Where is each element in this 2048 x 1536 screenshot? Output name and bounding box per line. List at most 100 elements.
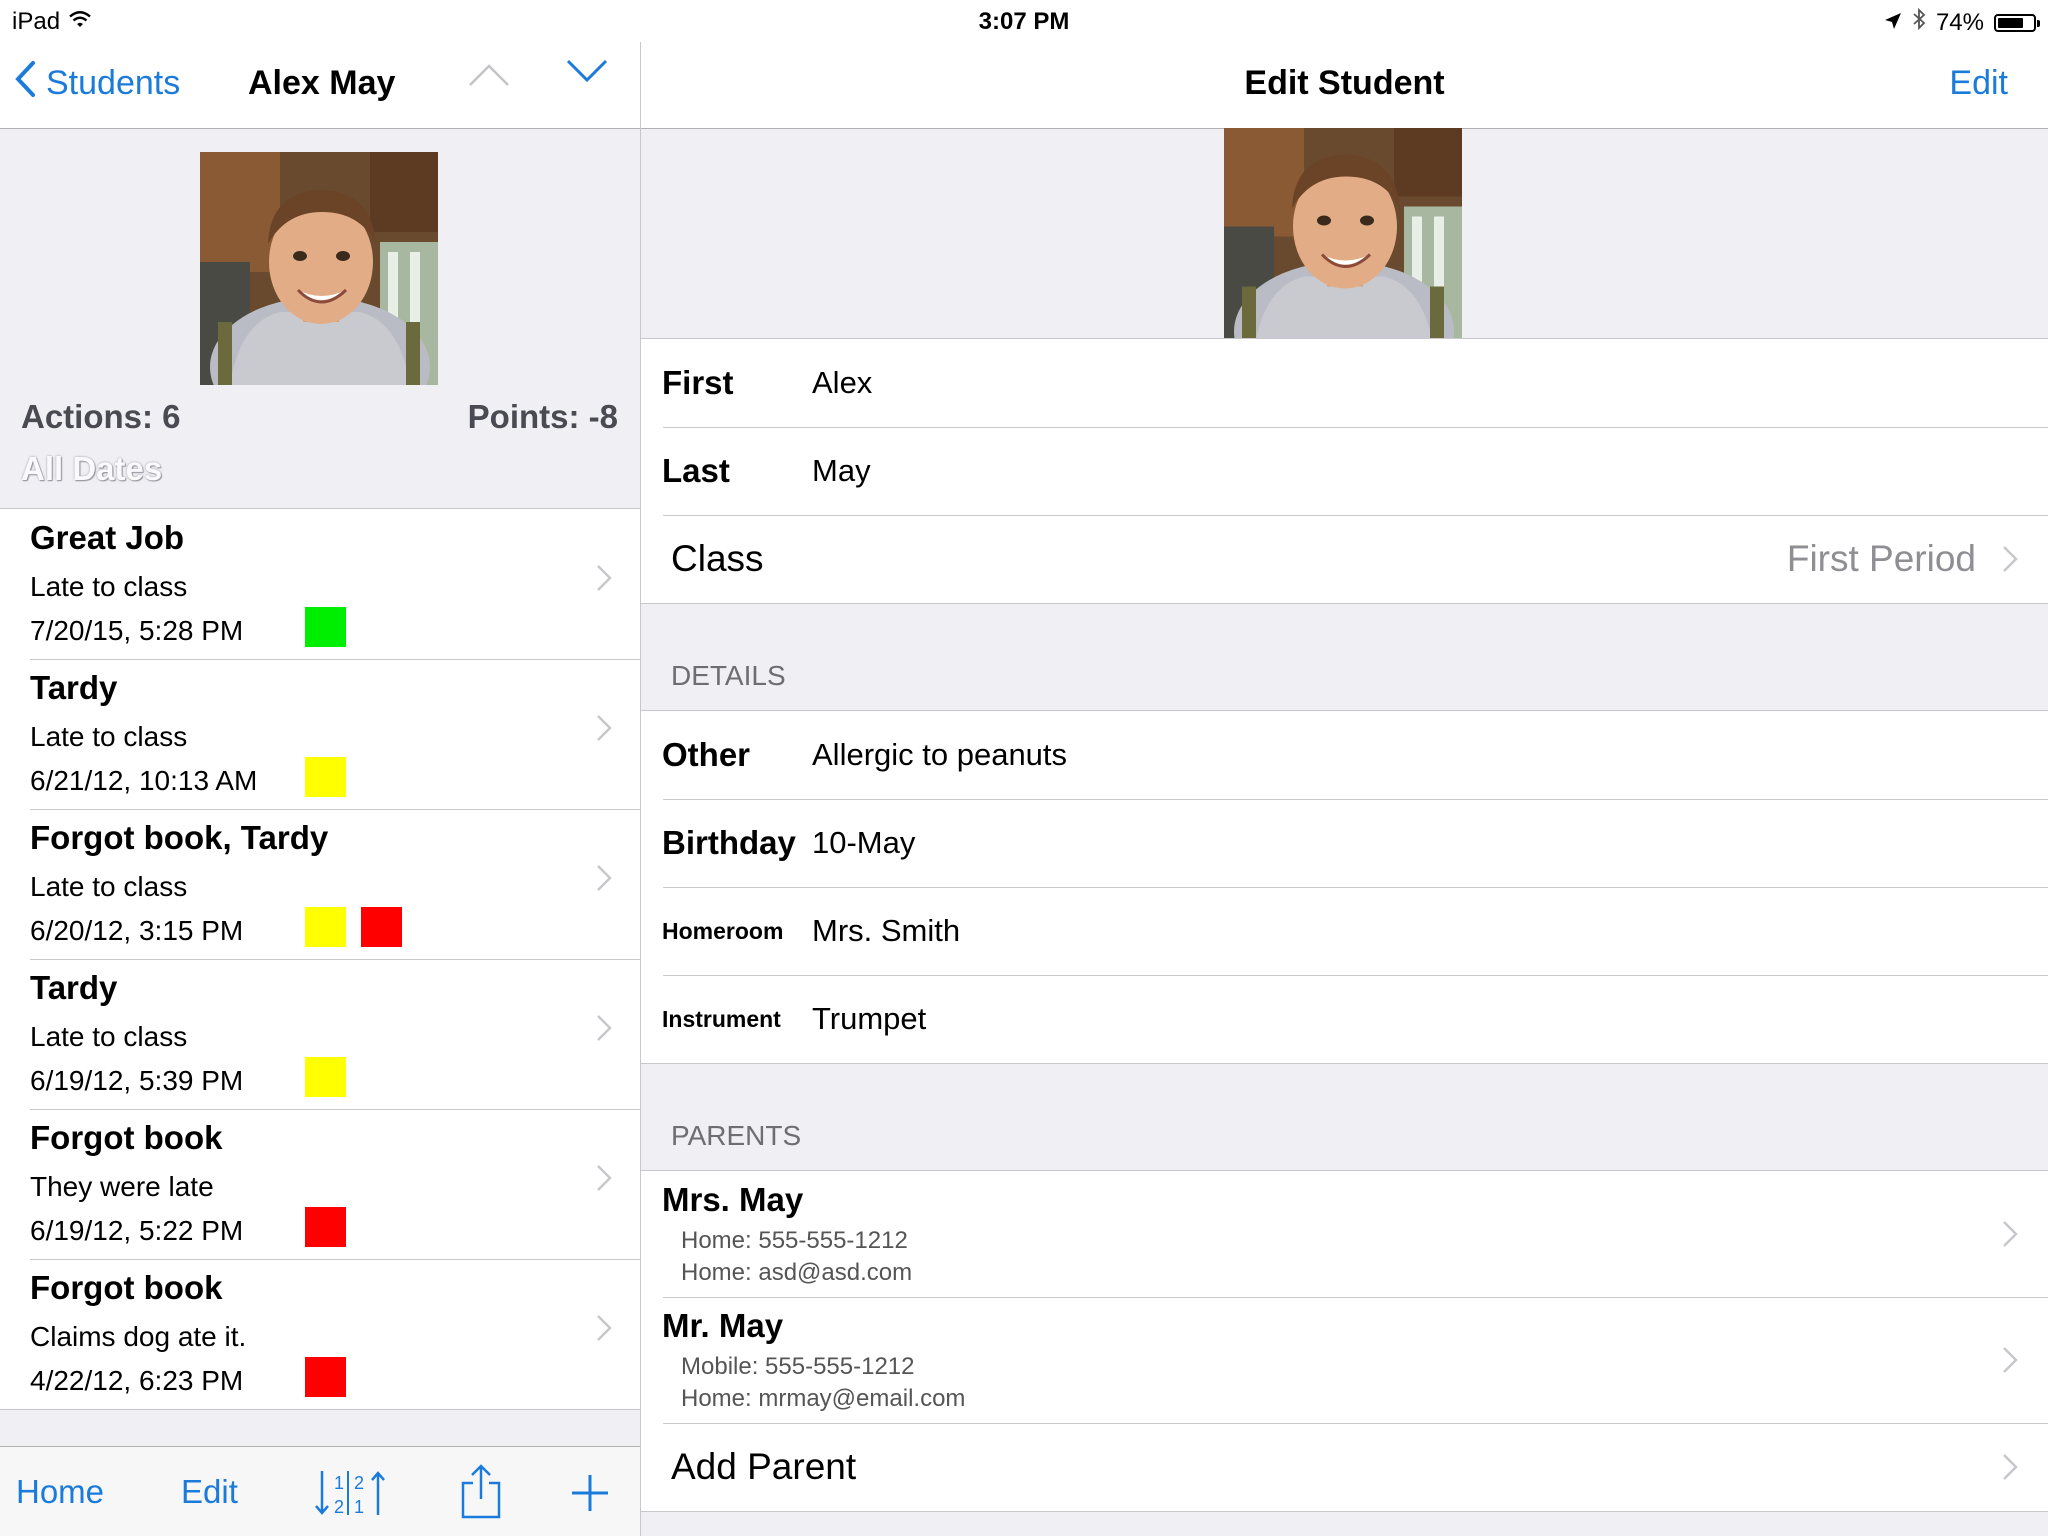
chevron-left-icon bbox=[14, 60, 36, 107]
edit-student-pane: Edit Student Edit First Alex Last May Cl… bbox=[641, 0, 2048, 1536]
action-title: Forgot book, Tardy bbox=[30, 819, 329, 856]
sort-icon[interactable]: 1 2 2 1 bbox=[314, 1467, 386, 1527]
first-name-row[interactable]: First Alex bbox=[641, 339, 2048, 427]
action-note: Late to class bbox=[30, 571, 188, 602]
action-row[interactable]: Forgot book Claims dog ate it. 4/22/12, 6:… bbox=[0, 1259, 640, 1409]
parent-row[interactable]: Mrs. May Home: 555-555-1212 Home: asd@asd.… bbox=[641, 1171, 2048, 1297]
chevron-right-icon bbox=[596, 564, 612, 597]
student-detail-pane: Students Alex May Actions: 6 Points: -8 … bbox=[0, 0, 641, 1536]
left-nav-bar: Students Alex May bbox=[0, 42, 640, 129]
action-title: Great Job bbox=[30, 519, 185, 556]
share-icon[interactable] bbox=[460, 1463, 502, 1527]
previous-student-chevron-up-icon[interactable] bbox=[468, 62, 510, 93]
detail-row[interactable]: Instrument Trumpet bbox=[641, 975, 2048, 1063]
home-button[interactable]: Home bbox=[16, 1473, 104, 1511]
action-title: Tardy bbox=[30, 969, 118, 1006]
action-title: Forgot book bbox=[30, 1269, 223, 1306]
edit-actions-button[interactable]: Edit bbox=[181, 1473, 238, 1511]
red-swatch bbox=[305, 1207, 346, 1247]
add-parent-row[interactable]: Add Parent bbox=[641, 1423, 2048, 1511]
action-date: 6/19/12, 5:39 PM bbox=[30, 1065, 244, 1096]
action-row[interactable]: Tardy Late to class 6/19/12, 5:39 PM bbox=[0, 959, 640, 1109]
svg-text:2: 2 bbox=[354, 1473, 364, 1493]
details-section-header: DETAILS bbox=[671, 660, 786, 691]
chevron-right-icon bbox=[2002, 1297, 2018, 1423]
action-date: 6/21/12, 10:13 AM bbox=[30, 765, 258, 796]
last-name-label: Last bbox=[662, 452, 730, 489]
edit-student-button[interactable]: Edit bbox=[1949, 64, 2008, 103]
battery-percent: 74% bbox=[1935, 8, 1984, 36]
action-date: 6/19/12, 5:22 PM bbox=[30, 1215, 244, 1246]
action-color-swatches bbox=[305, 1207, 346, 1247]
class-row[interactable]: Class First Period bbox=[641, 515, 2048, 603]
detail-value[interactable]: Trumpet bbox=[812, 975, 926, 1063]
yellow-swatch bbox=[305, 757, 346, 797]
detail-row[interactable]: Other Allergic to peanuts bbox=[641, 711, 2048, 799]
action-note: They were late bbox=[30, 1171, 214, 1202]
chevron-right-icon bbox=[2002, 1423, 2018, 1511]
detail-row[interactable]: Birthday 10-May bbox=[641, 799, 2048, 887]
action-row[interactable]: Tardy Late to class 6/21/12, 10:13 AM bbox=[0, 659, 640, 809]
red-swatch bbox=[361, 907, 402, 947]
action-color-swatches bbox=[305, 907, 402, 947]
last-name-row[interactable]: Last May bbox=[641, 427, 2048, 515]
chevron-right-icon bbox=[596, 1014, 612, 1047]
student-photo-large[interactable] bbox=[1224, 128, 1462, 338]
action-date: 7/20/15, 5:28 PM bbox=[30, 615, 244, 646]
chevron-right-icon bbox=[2002, 515, 2018, 603]
back-to-students-button[interactable]: Students bbox=[14, 60, 180, 107]
action-color-swatches bbox=[305, 1357, 346, 1397]
parent-name: Mrs. May bbox=[662, 1181, 804, 1218]
add-parent-label: Add Parent bbox=[671, 1446, 857, 1487]
parent-row[interactable]: Mr. May Mobile: 555-555-1212 Home: mrmay@e… bbox=[641, 1297, 2048, 1423]
svg-text:1: 1 bbox=[334, 1473, 344, 1493]
detail-row[interactable]: Homeroom Mrs. Smith bbox=[641, 887, 2048, 975]
parent-contact-1: Mobile: 555-555-1212 bbox=[681, 1353, 915, 1380]
battery-fill bbox=[1998, 17, 2024, 28]
class-label: Class bbox=[671, 538, 764, 579]
action-color-swatches bbox=[305, 1057, 346, 1097]
last-name-value[interactable]: May bbox=[812, 427, 871, 515]
student-photo bbox=[200, 152, 438, 385]
location-arrow-icon bbox=[1884, 9, 1902, 37]
first-name-value[interactable]: Alex bbox=[812, 339, 872, 427]
action-row[interactable]: Forgot book, Tardy Late to class 6/20/12, … bbox=[0, 809, 640, 959]
detail-value[interactable]: Mrs. Smith bbox=[812, 887, 960, 975]
detail-value[interactable]: 10-May bbox=[812, 799, 915, 887]
action-row[interactable]: Forgot book They were late 6/19/12, 5:22 P… bbox=[0, 1109, 640, 1259]
green-swatch bbox=[305, 607, 346, 647]
status-bar: iPad 3:07 PM 74% bbox=[0, 0, 2048, 42]
back-label: Students bbox=[46, 64, 181, 102]
action-date: 4/22/12, 6:23 PM bbox=[30, 1365, 244, 1396]
left-toolbar: Home Edit 1 2 2 1 bbox=[0, 1446, 640, 1536]
chevron-right-icon bbox=[596, 1164, 612, 1197]
name-fields-group: First Alex Last May Class First Period bbox=[641, 338, 2048, 604]
bluetooth-icon bbox=[1912, 7, 1926, 37]
points-total: Points: -8 bbox=[467, 398, 618, 435]
svg-text:1: 1 bbox=[354, 1497, 364, 1517]
action-row[interactable]: Great Job Late to class 7/20/15, 5:28 PM bbox=[0, 509, 640, 659]
date-filter-label[interactable]: All Dates bbox=[21, 450, 162, 488]
details-group: Other Allergic to peanuts Birthday 10-May Ho… bbox=[641, 710, 2048, 1064]
chevron-right-icon bbox=[2002, 1171, 2018, 1297]
parent-name: Mr. May bbox=[662, 1307, 784, 1344]
action-note: Late to class bbox=[30, 721, 188, 752]
detail-label: Instrument bbox=[662, 1005, 781, 1032]
detail-label: Birthday bbox=[662, 824, 796, 861]
class-value: First Period bbox=[1786, 538, 1976, 579]
action-date: 6/20/12, 3:15 PM bbox=[30, 915, 244, 946]
next-student-chevron-down-icon[interactable] bbox=[566, 58, 608, 89]
parent-contact-1: Home: 555-555-1212 bbox=[681, 1227, 908, 1254]
action-note: Claims dog ate it. bbox=[30, 1321, 247, 1352]
detail-value[interactable]: Allergic to peanuts bbox=[812, 711, 1067, 799]
detail-label: Homeroom bbox=[662, 917, 784, 944]
red-swatch bbox=[305, 1357, 346, 1397]
first-name-label: First bbox=[662, 364, 734, 401]
actions-list: Great Job Late to class 7/20/15, 5:28 PM Ta… bbox=[0, 508, 640, 1410]
actions-count: Actions: 6 bbox=[21, 398, 181, 435]
add-action-plus-icon[interactable] bbox=[570, 1473, 610, 1521]
right-nav-bar: Edit Student Edit bbox=[641, 42, 2048, 129]
action-note: Late to class bbox=[30, 1021, 188, 1052]
parent-contact-2: Home: mrmay@email.com bbox=[681, 1385, 966, 1412]
parents-section-header: PARENTS bbox=[671, 1120, 802, 1151]
